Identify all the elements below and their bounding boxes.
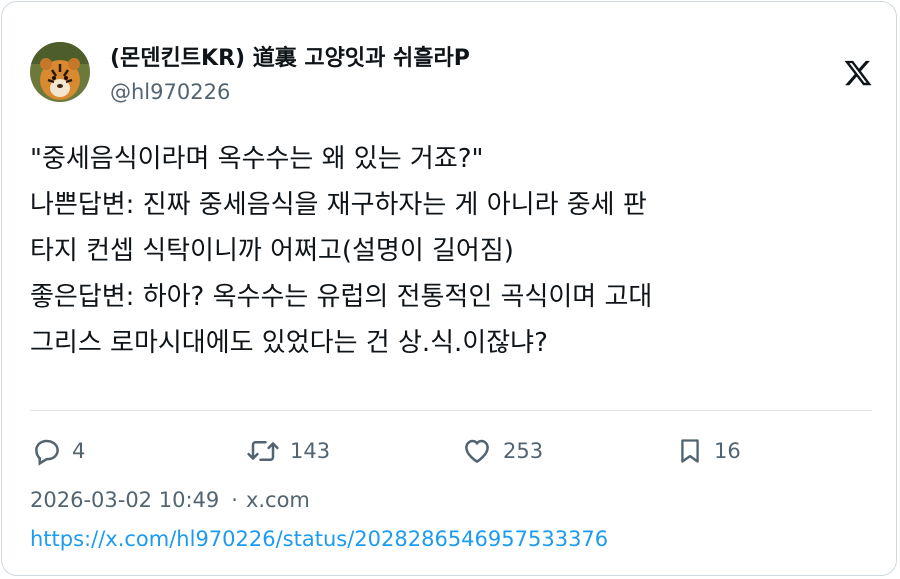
tweet-line: 타지 컨셉 식탁이니까 어쩌고(설명이 길어짐) [30,236,514,266]
tiger-avatar-icon [30,42,90,102]
author-handle[interactable]: @hl970226 [110,80,230,104]
bookmark-button[interactable]: 16 [676,434,741,468]
tweet-line: 그리스 로마시대에도 있었다는 건 상.식.이잖냐? [30,328,548,358]
reply-count: 4 [72,439,86,463]
reply-icon [35,439,59,466]
timestamp[interactable]: 2026-03-02 10:49 [30,488,219,512]
reply-button[interactable]: 4 [32,434,85,468]
tweet-line: 좋은답변: 하아? 옥수수는 유럽의 전통적인 곡식이며 고대 [30,282,653,312]
retweet-count: 143 [290,439,331,463]
tweet-line: "중세음식이라며 옥수수는 왜 있는 거죠?" [30,144,484,174]
x-logo-icon[interactable] [843,58,873,88]
like-button[interactable]: 253 [461,434,543,468]
bookmark-count: 16 [714,439,741,463]
like-count: 253 [503,439,544,463]
author-display-name[interactable]: (몬덴킨트KR) 道裏 고양잇과 쉬흘라P [110,40,470,72]
tweet-text: "중세음식이라며 옥수수는 왜 있는 거죠?" 나쁜답변: 진짜 중세음식을 재… [30,136,880,366]
bookmark-icon [681,439,699,463]
heart-icon [465,439,489,463]
tweet-line: 나쁜답변: 진짜 중세음식을 재구하자는 게 아니라 중세 판 [30,190,647,220]
tweet-meta: 2026-03-02 10:49 · x.com [30,488,310,512]
avatar[interactable] [30,42,90,102]
tweet-card: (몬덴킨트KR) 道裏 고양잇과 쉬흘라P @hl970226 "중세음식이라며… [1,1,897,576]
divider [30,410,872,411]
meta-separator: · [231,488,238,512]
permalink[interactable]: https://x.com/hl970226/status/2028286546… [30,527,608,551]
retweet-button[interactable]: 143 [246,434,330,468]
source-link[interactable]: x.com [246,488,310,512]
retweet-icon [247,441,279,461]
